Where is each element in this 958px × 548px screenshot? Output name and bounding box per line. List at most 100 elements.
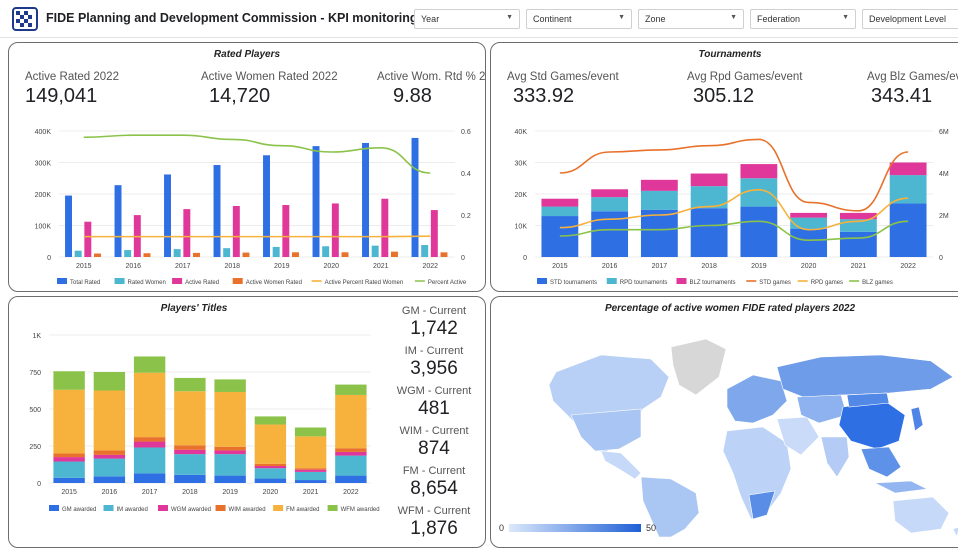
development-level-filter-label: Development Level xyxy=(869,14,946,24)
y-tick-label: 400K xyxy=(35,129,52,136)
map-region-new-zealand[interactable] xyxy=(953,527,958,537)
y-tick-label: 1K xyxy=(32,333,41,340)
bar-fm-awarded xyxy=(174,391,205,445)
world-map[interactable]: 0 50 xyxy=(491,297,958,537)
bar-fm-awarded xyxy=(255,425,286,464)
legend-label: Percent Active xyxy=(428,280,467,286)
x-tick-label: 2020 xyxy=(323,263,339,270)
bar-blz-tournaments xyxy=(691,174,728,187)
x-tick-label: 2019 xyxy=(274,263,290,270)
kpi-value: 1,742 xyxy=(389,318,479,340)
x-tick-label: 2015 xyxy=(61,489,77,496)
bar-active-rated xyxy=(183,209,190,257)
legend-label: Active Percent Rated Women xyxy=(325,280,404,286)
top-bar: FIDE Planning and Development Commission… xyxy=(0,0,958,38)
legend-label: RPD games xyxy=(811,280,843,286)
tournaments-chart: 010K20K30K40K02M4M6M20152016201720182019… xyxy=(491,123,958,292)
map-region-southeast-asia[interactable] xyxy=(861,447,901,477)
x-tick-label: 2021 xyxy=(303,489,319,496)
legend-label: WIM awarded xyxy=(229,507,266,513)
x-tick-label: 2022 xyxy=(900,263,916,270)
bar-rpd-tournaments xyxy=(591,197,628,211)
zone-filter[interactable]: Zone ▼ xyxy=(638,9,744,29)
bar-fm-awarded xyxy=(53,390,84,454)
y-tick-label: 100K xyxy=(35,224,52,231)
page-title: FIDE Planning and Development Commission… xyxy=(46,11,444,25)
x-tick-label: 2018 xyxy=(182,489,198,496)
bar-std-tournaments xyxy=(790,229,827,257)
legend-swatch-blz-tournaments xyxy=(677,278,687,284)
map-region-europe[interactable] xyxy=(727,375,787,423)
map-panel: Percentage of active women FIDE rated pl… xyxy=(490,296,958,548)
map-region-russia[interactable] xyxy=(777,355,953,397)
chevron-down-icon: ▼ xyxy=(842,14,849,21)
y2-tick-label: 0.2 xyxy=(461,213,471,220)
bar-rated-women xyxy=(372,246,379,257)
map-region-india[interactable] xyxy=(821,437,849,477)
bar-wgm-awarded xyxy=(335,452,366,456)
bar-rated-women xyxy=(174,249,181,257)
kpi-value: 9.88 xyxy=(393,85,432,108)
bar-gm-awarded xyxy=(295,480,326,483)
x-tick-label: 2020 xyxy=(801,263,817,270)
federation-filter[interactable]: Federation ▼ xyxy=(750,9,856,29)
players-titles-title: Players' Titles xyxy=(9,303,379,314)
bar-wfm-awarded xyxy=(94,372,125,391)
bar-wfm-awarded xyxy=(335,385,366,395)
y-tick-label: 20K xyxy=(515,192,528,199)
bar-blz-tournaments xyxy=(541,199,578,207)
map-region-australia[interactable] xyxy=(893,497,949,533)
kpi-value: 14,720 xyxy=(209,85,270,108)
bar-wim-awarded xyxy=(335,448,366,452)
x-tick-label: 2015 xyxy=(76,263,92,270)
x-tick-label: 2015 xyxy=(552,263,568,270)
bar-active-rated xyxy=(332,203,339,257)
legend-swatch-wim-awarded xyxy=(216,505,226,511)
bar-total-rated xyxy=(313,146,320,257)
development-level-filter[interactable]: Development Level xyxy=(862,9,958,29)
kpi-label: Active Wom. Rtd % 2022 xyxy=(377,71,486,83)
bar-wfm-awarded xyxy=(255,416,286,424)
bar-gm-awarded xyxy=(94,476,125,483)
chevron-down-icon: ▼ xyxy=(730,14,737,21)
year-filter[interactable]: Year ▼ xyxy=(414,9,520,29)
map-region-japan[interactable] xyxy=(911,407,923,431)
legend-label: BLZ games xyxy=(862,280,893,286)
bar-active-women-rated xyxy=(144,253,151,257)
bar-fm-awarded xyxy=(214,392,245,447)
players-titles-panel: Players' Titles 02505007501K201520162017… xyxy=(8,296,486,548)
x-tick-label: 2017 xyxy=(652,263,668,270)
y-tick-label: 200K xyxy=(35,192,52,199)
bar-active-rated xyxy=(431,210,438,257)
map-region-greenland[interactable] xyxy=(671,339,726,395)
continent-filter[interactable]: Continent ▼ xyxy=(526,9,632,29)
map-region-china[interactable] xyxy=(839,401,905,449)
bar-wim-awarded xyxy=(255,464,286,466)
bar-gm-awarded xyxy=(335,476,366,483)
kpi-label: Active Women Rated 2022 xyxy=(201,71,338,83)
bar-gm-awarded xyxy=(255,479,286,483)
bar-fm-awarded xyxy=(335,395,366,448)
bar-active-rated xyxy=(381,199,388,257)
bar-fm-awarded xyxy=(134,373,165,437)
bar-rpd-tournaments xyxy=(541,207,578,216)
legend-label: FM awarded xyxy=(286,507,319,513)
map-region-central-america[interactable] xyxy=(601,451,641,479)
x-tick-label: 2018 xyxy=(224,263,240,270)
map-region-indonesia[interactable] xyxy=(875,481,927,493)
kpi-label: WFM - Current xyxy=(389,505,479,517)
legend-swatch-wgm-awarded xyxy=(158,505,168,511)
x-tick-label: 2019 xyxy=(222,489,238,496)
x-tick-label: 2016 xyxy=(102,489,118,496)
legend-label: GM awarded xyxy=(62,507,96,513)
legend-label: Active Rated xyxy=(185,280,219,286)
bar-std-tournaments xyxy=(740,207,777,257)
bar-im-awarded xyxy=(174,454,205,475)
map-region-usa[interactable] xyxy=(571,409,641,451)
legend-swatch-active-rated xyxy=(172,278,182,284)
bar-wim-awarded xyxy=(174,445,205,449)
bar-im-awarded xyxy=(134,447,165,473)
bar-rated-women xyxy=(75,251,82,257)
y-tick-label: 750 xyxy=(29,370,41,377)
bar-active-rated xyxy=(282,205,289,257)
